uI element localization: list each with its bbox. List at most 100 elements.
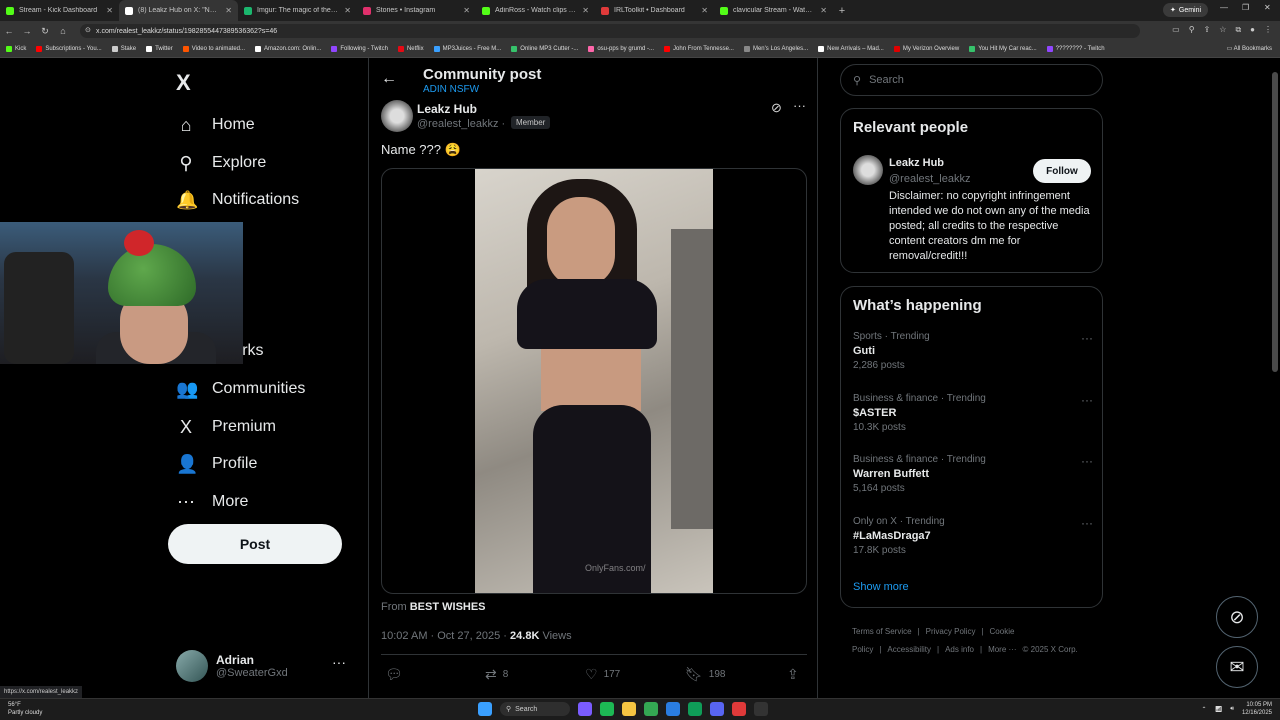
footer-link[interactable]: Ads info [945, 645, 974, 654]
browser-tab[interactable]: Stories • Instagram ✕ [357, 0, 476, 21]
bookmark-item[interactable]: Kick [6, 46, 26, 52]
start-icon[interactable] [478, 702, 492, 716]
footer-link[interactable]: More ··· [988, 645, 1016, 654]
bookmark-item[interactable]: Stake [111, 46, 136, 52]
close-tab-icon[interactable]: ✕ [225, 6, 232, 15]
site-info-icon[interactable]: ⊙ [85, 26, 91, 34]
weather-widget[interactable]: 56°F Partly cloudy [8, 701, 42, 717]
like-button[interactable]: ♡ 177 [585, 666, 620, 683]
browser-tab[interactable]: Imgur: The magic of the Internet ✕ [238, 0, 357, 21]
bookmark-item[interactable]: ???????? - Twitch [1046, 46, 1105, 52]
profile-icon[interactable]: ● [1250, 25, 1255, 35]
nav-item-notifications[interactable]: 🔔 Notifications [176, 187, 299, 213]
close-tab-icon[interactable]: ✕ [582, 6, 589, 15]
browser-tab[interactable]: clavicular Stream - Watch Live on Kick ✕ [714, 0, 833, 21]
footer-link[interactable]: Terms of Service [852, 627, 912, 636]
close-tab-icon[interactable]: ✕ [463, 6, 470, 15]
more-options-icon[interactable]: ··· [793, 98, 806, 113]
close-window-icon[interactable]: ✕ [1264, 3, 1271, 12]
author-name[interactable]: Leakz Hub [417, 102, 477, 116]
kick-icon[interactable] [754, 702, 768, 716]
trend-item[interactable]: Business & finance · Trending Warren Buff… [853, 454, 1093, 494]
close-tab-icon[interactable]: ✕ [344, 6, 351, 15]
post-button[interactable]: Post [168, 524, 342, 564]
bookmark-item[interactable]: My Verizon Overview [893, 46, 959, 52]
bookmark-item[interactable]: Video to animated... [182, 46, 245, 52]
forward-icon[interactable]: → [18, 26, 36, 36]
bookmark-item[interactable]: Following - Twitch [331, 46, 388, 52]
repost-button[interactable]: ⇄ 8 [485, 666, 508, 683]
share-icon[interactable]: ⇪ [1204, 25, 1211, 35]
home-browser-icon[interactable]: ⌂ [54, 26, 72, 36]
trend-more-icon[interactable]: ··· [1081, 331, 1093, 345]
author-handle[interactable]: @realest_leakkz [417, 118, 498, 130]
close-tab-icon[interactable]: ✕ [106, 6, 113, 15]
reload-icon[interactable]: ↻ [36, 26, 54, 37]
taskbar-search[interactable]: ⚲ Search [500, 702, 570, 716]
nav-item-home[interactable]: ⌂ Home [176, 112, 255, 138]
grok-fab-icon[interactable]: ⊘ [1216, 596, 1258, 638]
browser-tab[interactable]: AdinRoss - Watch clips on Kick ✕ [476, 0, 595, 21]
bookmark-star-icon[interactable]: ☆ [1219, 25, 1226, 35]
trend-item[interactable]: Only on X · Trending #LaMasDraga7 17.8K po… [853, 516, 1093, 556]
cast-icon[interactable]: ▭ [1172, 25, 1180, 35]
spotify-icon[interactable] [600, 702, 614, 716]
all-bookmarks-folder[interactable]: ▭ All Bookmarks [1227, 45, 1272, 52]
messages-fab-icon[interactable]: ✉ [1216, 646, 1258, 688]
footer-link[interactable]: © 2025 X Corp. [1023, 645, 1078, 654]
x-logo-icon[interactable]: X [176, 70, 191, 96]
bookmark-item[interactable]: Netflix [397, 46, 424, 52]
wifi-icon[interactable]: 📶︎ [1215, 706, 1223, 713]
scrollbar[interactable] [1272, 62, 1278, 682]
nav-item-communities[interactable]: 👥 Communities [176, 376, 305, 402]
bookmark-item[interactable]: osu-pps by grumd -... [588, 46, 654, 52]
bookmark-item[interactable]: Amazon.com: Onlin... [255, 46, 321, 52]
bookmark-item[interactable]: Men's Los Angeles... [743, 46, 808, 52]
follow-button[interactable]: Follow [1033, 159, 1091, 183]
nav-item-profile[interactable]: 👤 Profile [176, 451, 257, 477]
url-bar[interactable]: ⊙ x.com/realest_leakkz/status/1982855447… [80, 24, 1140, 38]
clock[interactable]: 10:05 PM 12/16/2025 [1242, 701, 1272, 717]
trend-item[interactable]: Sports · Trending Guti 2,286 posts ··· [853, 331, 1093, 371]
chrome-icon[interactable] [644, 702, 658, 716]
minimize-icon[interactable]: — [1220, 3, 1228, 12]
show-more-link[interactable]: Show more [853, 581, 909, 593]
bookmark-item[interactable]: Twitter [146, 46, 173, 52]
person-avatar[interactable] [853, 155, 883, 185]
back-arrow-icon[interactable]: ← [381, 70, 397, 88]
post-timestamp[interactable]: 10:02 AM · Oct 27, 2025 · [381, 630, 507, 642]
app-icon[interactable] [666, 702, 680, 716]
grok-icon[interactable]: ⊘ [771, 100, 782, 116]
gemini-button[interactable]: ✦ Gemini [1163, 3, 1209, 17]
file-explorer-icon[interactable] [622, 702, 636, 716]
zoom-icon[interactable]: ⚲ [1189, 25, 1195, 35]
new-tab-button[interactable]: + [833, 5, 851, 17]
bookmark-item[interactable]: MP3Juices - Free M... [433, 46, 501, 52]
search-input[interactable]: ⚲ Search [840, 64, 1103, 96]
trend-item[interactable]: Business & finance · Trending $ASTER 10.3K… [853, 393, 1093, 433]
bookmark-item[interactable]: Online MP3 Cutter -... [511, 46, 578, 52]
volume-icon[interactable]: 🔊︎ [1230, 706, 1234, 713]
bookmark-item[interactable]: New Arrivals – Mad... [818, 46, 884, 52]
bookmark-button[interactable]: 🔖︎ 198 [685, 666, 725, 683]
bookmark-item[interactable]: Subscriptions - You... [36, 46, 102, 52]
from-name[interactable]: BEST WISHES [410, 601, 486, 613]
browser-tab[interactable]: Stream - Kick Dashboard ✕ [0, 0, 119, 21]
close-tab-icon[interactable]: ✕ [820, 6, 827, 15]
account-more-icon[interactable]: ··· [332, 654, 346, 670]
share-button[interactable]: ⇪ [787, 666, 799, 683]
nav-item-premium[interactable]: X Premium [176, 414, 276, 440]
reply-button[interactable]: 💬︎ [385, 666, 409, 683]
maximize-icon[interactable]: ❐ [1242, 3, 1249, 12]
author-avatar[interactable] [381, 100, 413, 132]
bookmark-item[interactable]: John From Tennesse... [664, 46, 734, 52]
scrollbar-thumb[interactable] [1272, 72, 1278, 372]
close-tab-icon[interactable]: ✕ [701, 6, 708, 15]
browser-tab[interactable]: (8) Leakz Hub on X: "Name ??" ✕ [119, 0, 238, 21]
menu-icon[interactable]: ⋮ [1264, 25, 1272, 35]
trend-more-icon[interactable]: ··· [1081, 393, 1093, 407]
post-media[interactable]: OnlyFans.com/ [381, 168, 807, 594]
trend-more-icon[interactable]: ··· [1081, 454, 1093, 468]
app-icon[interactable] [688, 702, 702, 716]
nav-item-explore[interactable]: ⚲ Explore [176, 150, 266, 176]
